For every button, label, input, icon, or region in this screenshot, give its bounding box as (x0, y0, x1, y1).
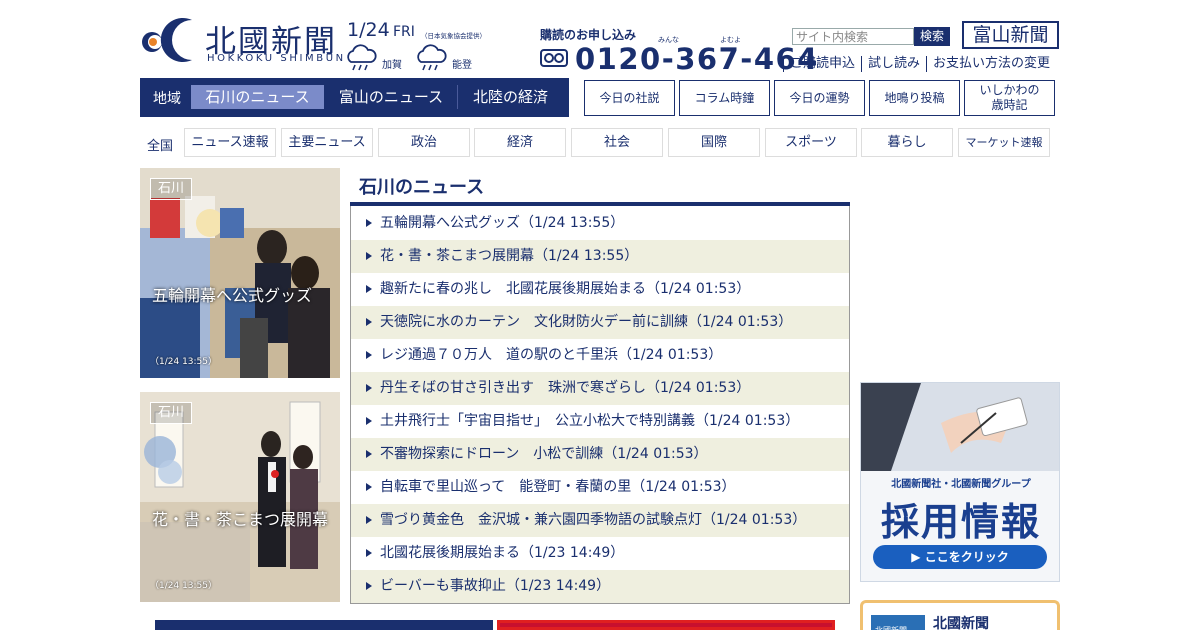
subscription-title: 購読のお申し込み (540, 28, 637, 42)
arrow-right-icon (366, 483, 372, 491)
arrow-right-icon (366, 582, 372, 590)
recruit-banner-ad[interactable]: 北國新聞社・北國新聞グループ 採用情報 ▶ ここをクリック (860, 382, 1060, 582)
category-sports[interactable]: スポーツ (765, 128, 857, 157)
photo-caption: 花・書・茶こまつ展開幕 (152, 510, 329, 529)
tab-toyama-news[interactable]: 富山のニュース (325, 85, 458, 109)
recruit-group-name: 北國新聞社・北國新聞グループ (891, 479, 1031, 490)
bottom-banner-ad[interactable] (155, 620, 493, 630)
news-item-title[interactable]: レジ通過７０万人 道の駅のと千里浜（1/24 01:53） (380, 347, 722, 363)
news-list-item[interactable]: 天徳院に水のカーテン 文化財防火デー前に訓練（1/24 01:53） (351, 306, 849, 339)
page: 北國新聞 HOKKOKU SHIMBUN 1/24 FRI （日本気象協会提供）… (0, 0, 1200, 630)
weather-credit[interactable]: （日本気象協会提供） (421, 30, 486, 40)
editorial-button[interactable]: 今日の社説 (584, 80, 675, 116)
news-list-item[interactable]: 丹生そばの甘さ引き出す 珠洲で寒ざらし（1/24 01:53） (351, 372, 849, 405)
arrow-right-icon (366, 516, 372, 524)
link-trial[interactable]: 試し読み (861, 56, 926, 72)
news-item-title[interactable]: 土井飛行士「宇宙目指せ」 公立小松大で特別講義（1/24 01:53） (380, 413, 799, 429)
category-international[interactable]: 国際 (668, 128, 760, 157)
news-item-title[interactable]: 丹生そばの甘さ引き出す 珠洲で寒ざらし（1/24 01:53） (380, 380, 750, 396)
category-breaking[interactable]: ニュース速報 (184, 128, 276, 157)
arrow-right-icon (366, 549, 372, 557)
photo-region-badge: 石川 (150, 402, 192, 424)
news-list-item[interactable]: 雪づり黄金色 金沢城・兼六園四季物語の試験点灯（1/24 01:53） (351, 504, 849, 537)
recruit-title: 採用情報 (880, 500, 1041, 544)
news-item-title[interactable]: 自転車で里山巡って 能登町・春蘭の里（1/24 01:53） (380, 479, 736, 495)
category-market[interactable]: マーケット速報 (958, 128, 1050, 157)
link-payment-change[interactable]: お支払い方法の変更 (926, 56, 1056, 72)
news-list-item[interactable]: 花・書・茶こまつ展開幕（1/24 13:55） (351, 240, 849, 273)
news-item-title[interactable]: 雪づり黄金色 金沢城・兼六園四季物語の試験点灯（1/24 01:53） (380, 512, 806, 528)
news-item-title[interactable]: 花・書・茶こまつ展開幕（1/24 13:55） (380, 248, 638, 264)
news-section-heading: 石川のニュース (359, 177, 485, 198)
region-label: 地域 (153, 91, 181, 107)
arrow-right-icon (366, 351, 372, 359)
arrow-right-icon (366, 417, 372, 425)
horoscope-button[interactable]: 今日の運勢 (774, 80, 865, 116)
arrow-right-icon (366, 384, 372, 392)
news-item-title[interactable]: ビーバーも事故抑止（1/23 14:49） (380, 578, 610, 594)
category-main-news[interactable]: 主要ニュース (281, 128, 373, 157)
hokkoku-logo-mark[interactable] (140, 16, 198, 64)
hokkoku-ad-title: 北國新聞 (933, 616, 989, 630)
reader-post-button[interactable]: 地鳴り投稿 (869, 80, 960, 116)
news-item-title[interactable]: 不審物探索にドローン 小松で訓練（1/24 01:53） (380, 446, 708, 462)
toyama-shimbun-button[interactable]: 富山新聞 (962, 21, 1059, 49)
news-item-title[interactable]: 趣新たに春の兆し 北國花展後期展始まる（1/24 01:53） (380, 281, 750, 297)
photo-region-badge: 石川 (150, 178, 192, 200)
site-search-input[interactable] (792, 28, 914, 45)
feature-photo-olympic-goods[interactable]: 石川 五輪開幕へ公式グッズ （1/24 13:55） (140, 168, 340, 378)
current-weekday: FRI (393, 24, 415, 40)
recruit-click-button[interactable]: ▶ ここをクリック (873, 545, 1047, 569)
tab-hokuriku-economy[interactable]: 北陸の経済 (459, 85, 562, 109)
arrow-right-icon (366, 318, 372, 326)
news-list-item[interactable]: 土井飛行士「宇宙目指せ」 公立小松大で特別講義（1/24 01:53） (351, 405, 849, 438)
category-politics[interactable]: 政治 (378, 128, 470, 157)
hokkoku-ad-logo-text: 北國新聞 (871, 615, 925, 630)
news-item-title[interactable]: 五輪開幕へ公式グッズ（1/24 13:55） (380, 215, 624, 231)
freedial-icon (540, 49, 568, 67)
arrow-right-icon (366, 450, 372, 458)
ishikawa-calendar-button[interactable]: いしかわの歳時記 (964, 80, 1055, 116)
link-subscribe[interactable]: ご購読申込 (783, 56, 861, 72)
category-economy[interactable]: 経済 (474, 128, 566, 157)
category-all-label: 全国 (147, 139, 174, 154)
hokkoku-promo-ad[interactable]: 北國新聞 北國新聞 (860, 600, 1060, 630)
news-list-item[interactable]: 五輪開幕へ公式グッズ（1/24 13:55） (351, 207, 849, 240)
cloud-rain-icon (347, 44, 377, 71)
weather-area-noto: 能登 (452, 60, 472, 71)
search-button[interactable]: 検索 (914, 27, 950, 46)
arrow-right-icon (366, 285, 372, 293)
hokkoku-ad-logo: 北國新聞 (871, 615, 925, 630)
news-list-item[interactable]: ビーバーも事故抑止（1/23 14:49） (351, 570, 849, 603)
news-list-item[interactable]: レジ通過７０万人 道の駅のと千里浜（1/24 01:53） (351, 339, 849, 372)
current-date: 1/24 (347, 19, 390, 41)
logo-subtitle: HOKKOKU SHIMBUN (207, 53, 346, 64)
photo-caption: 五輪開幕へ公式グッズ (152, 286, 313, 305)
category-society[interactable]: 社会 (571, 128, 663, 157)
category-living[interactable]: 暮らし (861, 128, 953, 157)
news-list-item[interactable]: 不審物探索にドローン 小松で訓練（1/24 01:53） (351, 438, 849, 471)
cloud-rain-icon (417, 44, 447, 71)
photo-time: （1/24 13:55） (150, 357, 218, 367)
subscription-links: ご購読申込 試し読み お支払い方法の変更 (783, 56, 1057, 72)
news-list-item[interactable]: 自転車で里山巡って 能登町・春蘭の里（1/24 01:53） (351, 471, 849, 504)
weather-area-kaga: 加賀 (382, 60, 402, 71)
column-jisho-button[interactable]: コラム時鐘 (679, 80, 770, 116)
news-item-title[interactable]: 北國花展後期展始まる（1/23 14:49） (380, 545, 624, 561)
feature-photo-komatsu-exhibition[interactable]: 石川 花・書・茶こまつ展開幕 （1/24 13:55） (140, 392, 340, 602)
arrow-right-icon (366, 252, 372, 260)
news-list-item[interactable]: 趣新たに春の兆し 北國花展後期展始まる（1/24 01:53） (351, 273, 849, 306)
bottom-banner-ad[interactable] (497, 620, 835, 630)
arrow-right-icon (366, 219, 372, 227)
news-item-title[interactable]: 天徳院に水のカーテン 文化財防火デー前に訓練（1/24 01:53） (380, 314, 792, 330)
tab-ishikawa-news[interactable]: 石川のニュース (191, 85, 324, 109)
news-list-item[interactable]: 北國花展後期展始まる（1/23 14:49） (351, 537, 849, 570)
photo-time: （1/24 13:55） (150, 581, 218, 591)
